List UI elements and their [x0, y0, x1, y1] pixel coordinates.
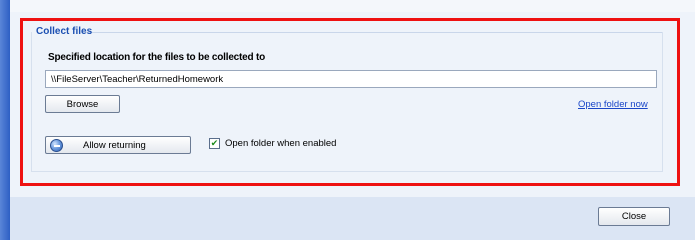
close-button[interactable]: Close — [598, 207, 670, 226]
window-left-edge — [0, 0, 10, 240]
dialog-footer — [10, 197, 695, 240]
highlight-box — [20, 18, 680, 186]
close-button-label: Close — [621, 211, 647, 222]
top-edge — [10, 0, 695, 12]
